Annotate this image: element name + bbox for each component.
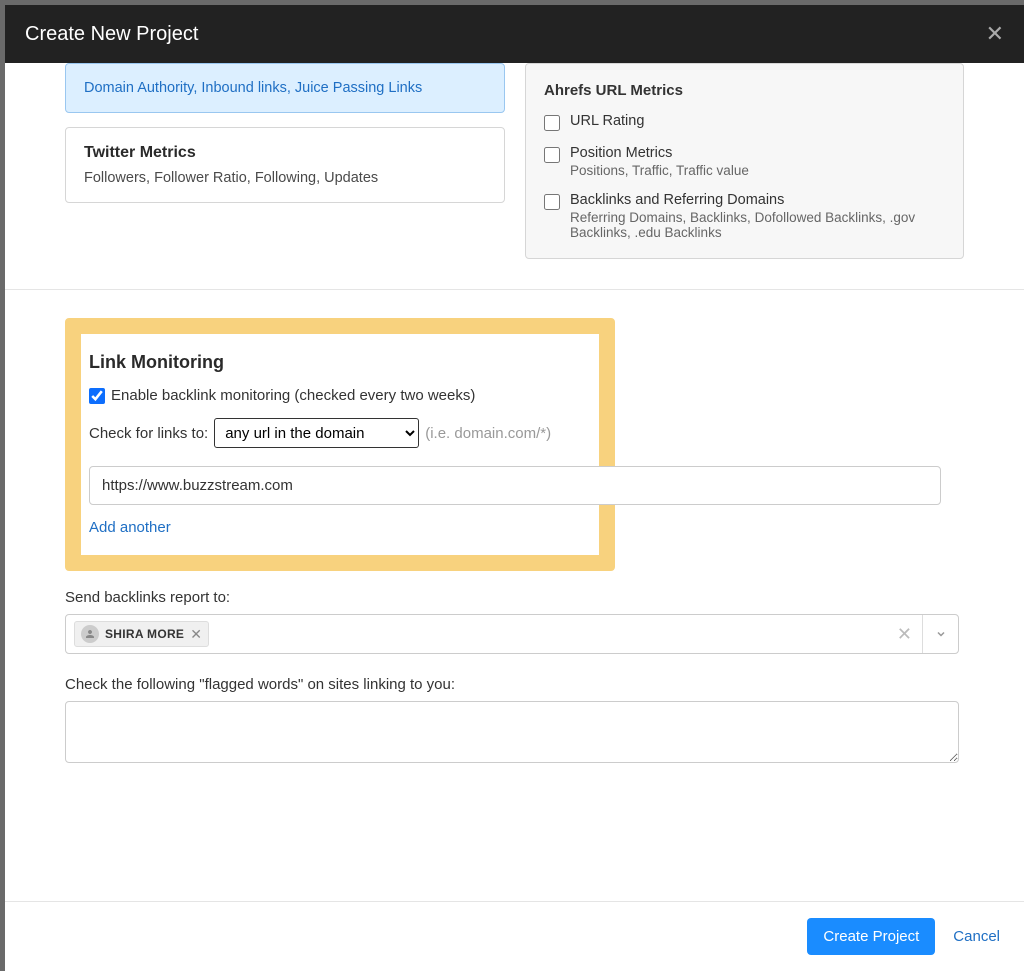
check-links-row: Check for links to: any url in the domai… <box>89 418 591 448</box>
clear-recipients-icon[interactable]: ✕ <box>897 624 912 645</box>
checkbox-backlinks[interactable] <box>544 194 560 210</box>
card-title: Twitter Metrics <box>84 144 486 162</box>
create-project-modal: Create New Project ✕ Domain Authority, I… <box>5 5 1024 971</box>
remove-tag-icon[interactable]: ✕ <box>190 626 202 643</box>
create-project-button[interactable]: Create Project <box>807 918 935 955</box>
card-desc: Followers, Follower Ratio, Following, Up… <box>84 170 486 186</box>
cancel-button[interactable]: Cancel <box>953 928 1000 945</box>
checkbox-label: Position Metrics <box>570 145 749 161</box>
modal-footer: Create Project Cancel <box>5 901 1024 971</box>
ahrefs-panel: Ahrefs URL Metrics URL Rating Position M… <box>525 63 964 259</box>
enable-monitoring-row: Enable backlink monitoring (checked ever… <box>89 387 591 404</box>
check-position-metrics[interactable]: Position Metrics Positions, Traffic, Tra… <box>544 145 945 178</box>
section-title: Link Monitoring <box>89 352 591 373</box>
chevron-down-icon[interactable] <box>922 615 958 653</box>
checkbox-label: Backlinks and Referring Domains <box>570 192 945 208</box>
metric-card-domain-authority[interactable]: Domain Authority, Inbound links, Juice P… <box>65 63 505 113</box>
metric-card-twitter[interactable]: Twitter Metrics Followers, Follower Rati… <box>65 127 505 203</box>
checkbox-sublabel: Referring Domains, Backlinks, Dofollowed… <box>570 210 945 240</box>
close-icon[interactable]: ✕ <box>986 21 1004 47</box>
check-links-label: Check for links to: <box>89 425 208 442</box>
recipient-select[interactable]: SHIRA MORE ✕ ✕ <box>65 614 959 654</box>
link-scope-select[interactable]: any url in the domain <box>214 418 419 448</box>
link-monitoring-section: Link Monitoring Enable backlink monitori… <box>5 290 1024 798</box>
recipient-name: SHIRA MORE <box>105 627 184 641</box>
monitor-url-input[interactable] <box>89 466 941 505</box>
send-report-label: Send backlinks report to: <box>65 589 964 606</box>
check-url-rating[interactable]: URL Rating <box>544 113 945 131</box>
checkbox-url-rating[interactable] <box>544 115 560 131</box>
modal-header: Create New Project ✕ <box>5 5 1024 63</box>
modal-body: Domain Authority, Inbound links, Juice P… <box>5 63 1024 901</box>
add-another-link[interactable]: Add another <box>89 519 171 536</box>
modal-title: Create New Project <box>25 23 198 46</box>
panel-title: Ahrefs URL Metrics <box>544 82 945 99</box>
link-scope-hint: (i.e. domain.com/*) <box>425 425 551 442</box>
avatar-icon <box>81 625 99 643</box>
checkbox-label: URL Rating <box>570 113 644 129</box>
enable-monitoring-checkbox[interactable] <box>89 388 105 404</box>
metrics-right-col: Ahrefs URL Metrics URL Rating Position M… <box>525 63 964 259</box>
recipient-tag: SHIRA MORE ✕ <box>74 621 209 647</box>
highlight-box: Link Monitoring Enable backlink monitori… <box>65 318 615 571</box>
metrics-section: Domain Authority, Inbound links, Juice P… <box>5 63 1024 290</box>
card-desc: Domain Authority, Inbound links, Juice P… <box>84 80 486 96</box>
checkbox-sublabel: Positions, Traffic, Traffic value <box>570 163 749 178</box>
flagged-words-textarea[interactable] <box>65 701 959 763</box>
enable-monitoring-label: Enable backlink monitoring (checked ever… <box>111 387 475 404</box>
flagged-words-label: Check the following "flagged words" on s… <box>65 676 964 693</box>
metrics-left-col: Domain Authority, Inbound links, Juice P… <box>65 63 505 259</box>
check-backlinks[interactable]: Backlinks and Referring Domains Referrin… <box>544 192 945 240</box>
checkbox-position[interactable] <box>544 147 560 163</box>
